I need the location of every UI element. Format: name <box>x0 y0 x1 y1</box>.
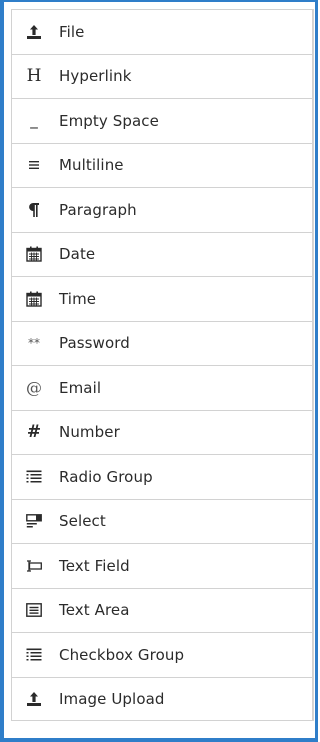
heading-icon: H <box>26 65 42 86</box>
toolbox-item-label: Hyperlink <box>59 67 132 86</box>
toolbox-item-select[interactable]: Select <box>11 498 313 543</box>
toolbox-item-label: Text Area <box>59 601 130 620</box>
toolbox-item-radio-group[interactable]: Radio Group <box>11 454 313 499</box>
calendar-icon <box>25 290 43 308</box>
toolbox-item-label: Number <box>59 423 120 442</box>
toolbox-item-empty-space[interactable]: _ Empty Space <box>11 98 313 143</box>
toolbox-item-time[interactable]: Time <box>11 276 313 321</box>
toolbox-item-password[interactable]: ** Password <box>11 320 313 365</box>
toolbox-item-label: Paragraph <box>59 200 137 219</box>
toolbox-item-number[interactable]: # Number <box>11 409 313 454</box>
toolbox-item-file[interactable]: File <box>11 9 313 54</box>
pilcrow-icon <box>25 201 43 219</box>
toolbox-item-label: Email <box>59 378 102 397</box>
toolbox-item-label: Text Field <box>59 556 130 575</box>
lines-icon <box>25 156 43 174</box>
toolbox-item-image-upload[interactable]: Image Upload <box>11 676 313 721</box>
toolbox-item-email[interactable]: @ Email <box>11 365 313 410</box>
form-element-list: File H Hyperlink _ Empty Space Multiline… <box>11 9 314 721</box>
toolbox-item-label: Radio Group <box>59 467 153 486</box>
asterisks-icon: ** <box>28 336 40 351</box>
toolbox-item-label: Image Upload <box>59 689 165 708</box>
toolbox-item-label: Empty Space <box>59 111 159 130</box>
form-element-toolbox: File H Hyperlink _ Empty Space Multiline… <box>0 0 318 742</box>
toolbox-item-text-field[interactable]: Text Field <box>11 543 313 588</box>
calendar-icon <box>25 245 43 263</box>
at-sign-icon: @ <box>26 377 42 397</box>
upload-icon <box>25 690 43 708</box>
upload-icon <box>25 23 43 41</box>
checkbox-list-icon <box>25 646 43 664</box>
toolbox-item-label: Checkbox Group <box>59 645 185 664</box>
toolbox-item-multiline[interactable]: Multiline <box>11 142 313 187</box>
toolbox-item-label: Password <box>59 334 130 353</box>
underscore-icon: _ <box>30 111 38 130</box>
toolbox-item-checkbox-group[interactable]: Checkbox Group <box>11 632 313 677</box>
toolbox-item-hyperlink[interactable]: H Hyperlink <box>11 53 313 98</box>
select-icon <box>25 512 43 530</box>
toolbox-item-label: Select <box>59 512 106 531</box>
radio-list-icon <box>25 468 43 486</box>
toolbox-item-label: Multiline <box>59 156 124 175</box>
toolbox-item-label: Time <box>59 289 97 308</box>
toolbox-item-paragraph[interactable]: Paragraph <box>11 187 313 232</box>
text-area-icon <box>25 601 43 619</box>
toolbox-item-text-area[interactable]: Text Area <box>11 587 313 632</box>
toolbox-item-label: Date <box>59 245 96 264</box>
toolbox-item-label: File <box>59 22 85 41</box>
text-field-icon <box>25 557 43 575</box>
toolbox-item-date[interactable]: Date <box>11 231 313 276</box>
hash-icon: # <box>26 421 42 442</box>
